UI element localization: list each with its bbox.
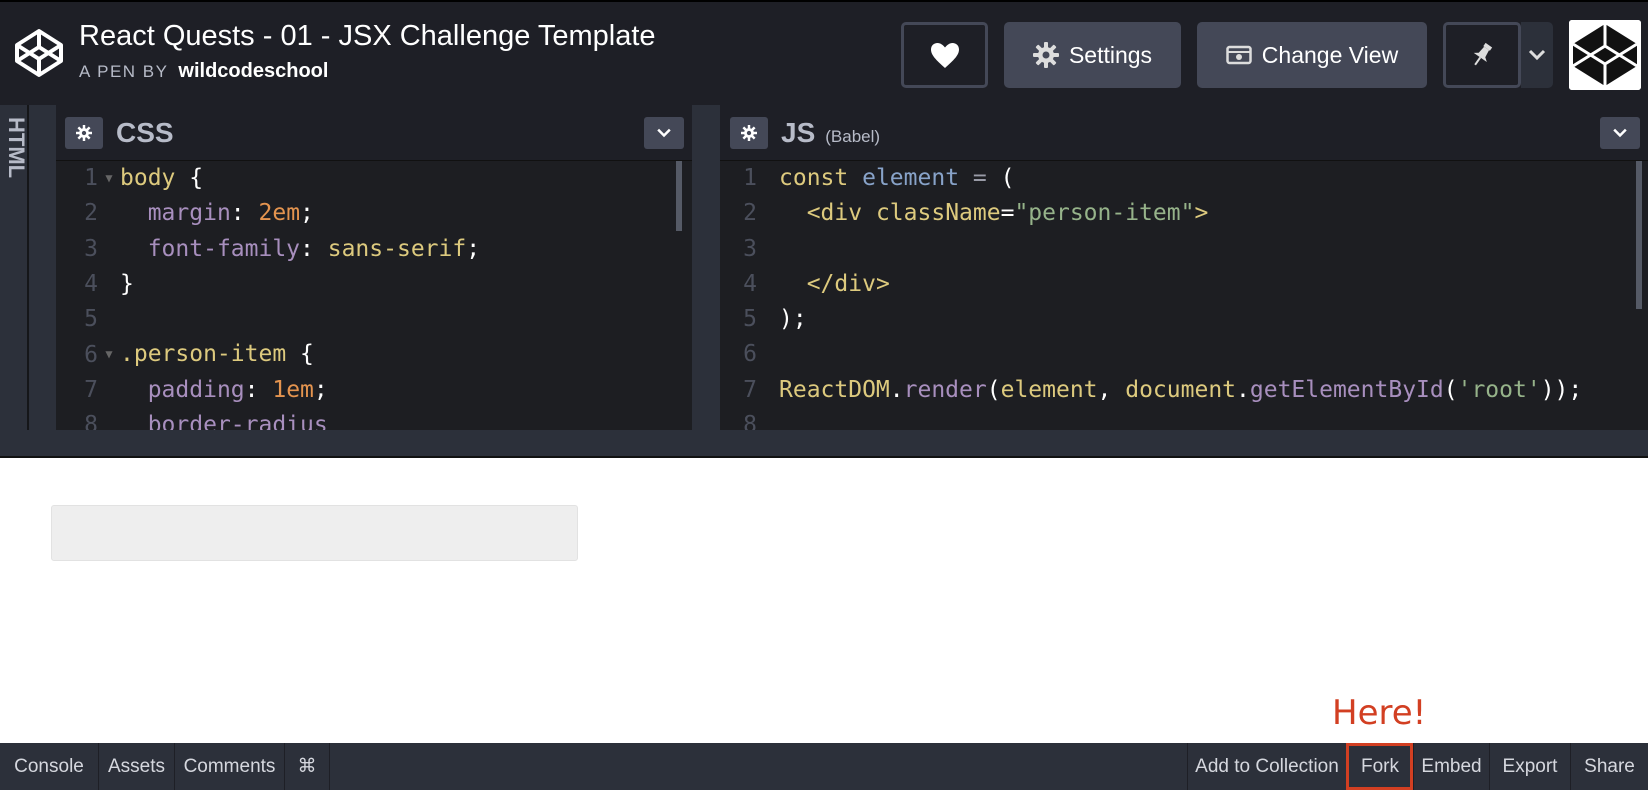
js-code[interactable]: 1 const element = ( 2 <div className="per… bbox=[720, 161, 1648, 430]
resize-gutter[interactable] bbox=[29, 105, 56, 430]
html-editor-collapsed-tab[interactable]: HTML bbox=[0, 105, 29, 430]
settings-label: Settings bbox=[1068, 41, 1153, 68]
user-avatar[interactable] bbox=[1569, 20, 1641, 90]
header-bar: React Quests - 01 - JSX Challenge Templa… bbox=[0, 0, 1648, 105]
code-line: 1 ▼ body { bbox=[56, 161, 692, 196]
css-code[interactable]: 1 ▼ body { 2 margin: 2em; 3 font-family: s… bbox=[56, 161, 692, 430]
pin-icon bbox=[1473, 42, 1493, 66]
love-button[interactable] bbox=[901, 22, 988, 88]
byline-prefix: A PEN BY bbox=[79, 62, 169, 81]
code-line: 8 border-radius bbox=[84, 412, 328, 430]
editor-divider[interactable] bbox=[692, 105, 720, 430]
code-line: 7 padding: 1em; bbox=[84, 376, 328, 403]
code-line: 2 margin: 2em; bbox=[84, 200, 314, 227]
gear-icon bbox=[741, 125, 757, 141]
here-annotation: Here! bbox=[1332, 693, 1427, 733]
js-scrollbar[interactable] bbox=[1636, 161, 1642, 309]
footer-bar: Console Assets Comments ⌘ Add to Collect… bbox=[0, 743, 1648, 790]
code-line: 1 const element = ( bbox=[743, 165, 1015, 191]
code-line: 5); bbox=[743, 306, 807, 333]
js-title: JS bbox=[781, 117, 816, 148]
html-tab-label: HTML bbox=[4, 117, 29, 179]
share-button[interactable]: Share bbox=[1570, 743, 1648, 790]
codepen-logo-icon[interactable] bbox=[14, 28, 64, 78]
preview-person-item bbox=[51, 505, 578, 561]
pen-title[interactable]: React Quests - 01 - JSX Challenge Templa… bbox=[79, 20, 656, 53]
code-line: 8 bbox=[743, 412, 757, 430]
export-button[interactable]: Export bbox=[1489, 743, 1570, 790]
keyboard-shortcuts-button[interactable]: ⌘ bbox=[285, 743, 330, 790]
pin-dropdown-button[interactable] bbox=[1521, 22, 1553, 88]
code-line: 4} bbox=[84, 270, 134, 297]
css-editor-header: CSS bbox=[56, 105, 692, 161]
comments-button[interactable]: Comments bbox=[175, 743, 285, 790]
heart-icon bbox=[930, 42, 959, 68]
change-view-icon bbox=[1226, 45, 1252, 65]
pen-byline: A PEN BY wildcodeschool bbox=[79, 60, 328, 83]
settings-button[interactable]: Settings bbox=[1004, 22, 1181, 88]
chevron-down-icon bbox=[1613, 128, 1627, 138]
assets-button[interactable]: Assets bbox=[99, 743, 175, 790]
code-line: 6 ▼ .person-item { bbox=[56, 337, 692, 372]
js-editor-title: JS (Babel) bbox=[781, 117, 880, 149]
code-line: 2 <div className="person-item"> bbox=[743, 200, 1209, 227]
css-editor-title: CSS bbox=[116, 117, 174, 148]
css-editor: CSS 1 ▼ body { 2 margin: 2em; 3 font-famil… bbox=[56, 105, 692, 430]
code-line: 5 bbox=[84, 306, 98, 333]
css-options-dropdown[interactable] bbox=[644, 117, 684, 149]
change-view-button[interactable]: Change View bbox=[1197, 22, 1427, 88]
fold-arrow-icon: ▼ bbox=[105, 347, 113, 362]
editor-resize-bar[interactable] bbox=[0, 430, 1648, 458]
fold-arrow-icon: ▼ bbox=[105, 171, 113, 185]
code-line: 3 font-family: sans-serif; bbox=[84, 235, 481, 262]
gear-icon bbox=[1032, 42, 1059, 68]
chevron-down-icon bbox=[1528, 49, 1546, 61]
code-line: 3 bbox=[743, 235, 757, 262]
js-preprocessor: (Babel) bbox=[825, 127, 881, 146]
code-line: 4 </div> bbox=[743, 270, 890, 297]
js-options-dropdown[interactable] bbox=[1600, 117, 1640, 149]
css-settings-button[interactable] bbox=[65, 117, 103, 149]
console-button[interactable]: Console bbox=[0, 743, 99, 790]
fork-button[interactable]: Fork bbox=[1346, 743, 1413, 790]
editor-area: HTML CSS 1 ▼ body { 2 margin: 2em; 3 font-… bbox=[0, 105, 1648, 430]
author-link[interactable]: wildcodeschool bbox=[178, 60, 328, 82]
add-to-collection-button[interactable]: Add to Collection bbox=[1187, 743, 1346, 790]
embed-button[interactable]: Embed bbox=[1413, 743, 1489, 790]
js-settings-button[interactable] bbox=[730, 117, 768, 149]
js-editor: JS (Babel) 1 const element = ( 2 <div clas… bbox=[720, 105, 1648, 430]
code-line: 6 bbox=[743, 341, 757, 368]
change-view-label: Change View bbox=[1261, 41, 1399, 68]
js-editor-header: JS (Babel) bbox=[720, 105, 1648, 161]
chevron-down-icon bbox=[657, 128, 671, 138]
code-line: 7 ReactDOM.render(element, document.getEl… bbox=[743, 376, 1583, 403]
pin-button[interactable] bbox=[1443, 22, 1521, 88]
gear-icon bbox=[76, 125, 92, 141]
css-scrollbar[interactable] bbox=[676, 161, 682, 231]
